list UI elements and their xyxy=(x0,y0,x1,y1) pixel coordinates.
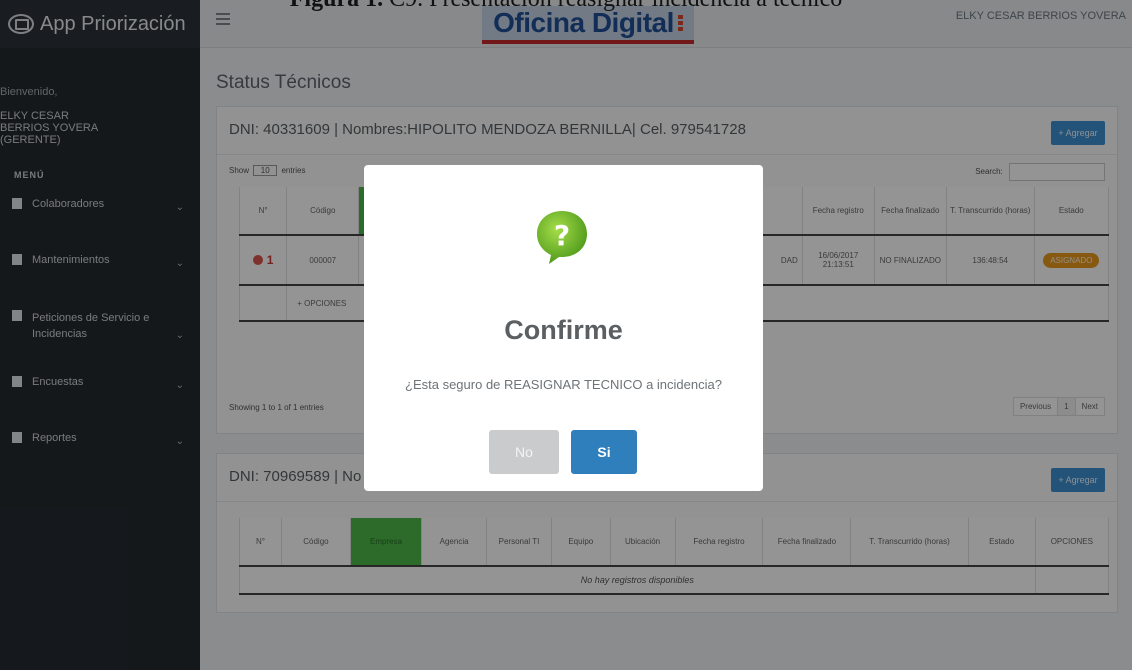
caption-label: Figura 1. xyxy=(290,0,383,12)
question-icon: ? xyxy=(537,211,587,264)
figure-caption: Figura 1. C9. Presentación reasignar inc… xyxy=(0,0,1132,12)
caption-text: C9. Presentación reasignar incidencia a … xyxy=(389,0,842,12)
page: Figura 1. C9. Presentación reasignar inc… xyxy=(0,0,1132,670)
confirm-dialog: ? Confirme ¿Esta seguro de REASIGNAR TEC… xyxy=(364,165,763,491)
dialog-title: Confirme xyxy=(504,315,623,345)
no-button[interactable]: No xyxy=(489,430,559,474)
yes-button[interactable]: Si xyxy=(571,430,637,474)
svg-text:?: ? xyxy=(554,219,570,252)
dialog-message: ¿Esta seguro de REASIGNAR TECNICO a inci… xyxy=(405,377,722,392)
